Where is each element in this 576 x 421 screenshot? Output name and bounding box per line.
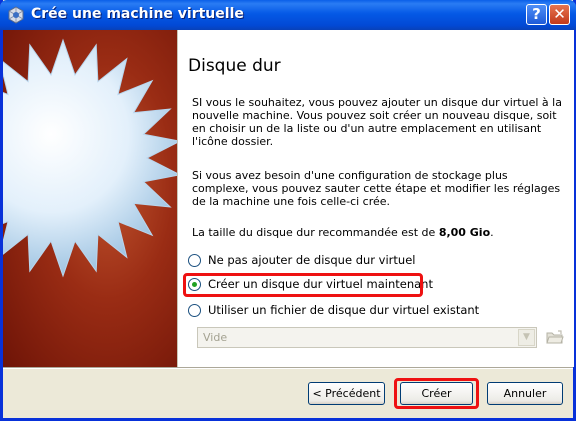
wizard-side-image bbox=[3, 30, 177, 367]
folder-icon[interactable] bbox=[545, 327, 565, 347]
button-separator bbox=[3, 367, 573, 369]
intro-text: SI vous le souhaitez, vous pouvez ajoute… bbox=[192, 96, 562, 148]
help-icon: ? bbox=[532, 5, 541, 23]
wizard-content: Disque dur SI vous le souhaitez, vous po… bbox=[177, 30, 574, 367]
option-existing-disk[interactable]: Utiliser un fichier de disque dur virtue… bbox=[188, 302, 479, 318]
wizard-window: Crée une machine virtuelle ? ✕ Disque du… bbox=[0, 0, 576, 421]
close-button[interactable]: ✕ bbox=[549, 4, 570, 25]
page-title: Disque dur bbox=[188, 56, 281, 76]
highlight-box bbox=[394, 378, 479, 409]
cancel-button[interactable]: Annuler bbox=[487, 382, 563, 405]
radio-button[interactable] bbox=[188, 253, 201, 267]
select-value: Vide bbox=[203, 331, 228, 344]
option-label: Ne pas ajouter de disque dur virtuel bbox=[208, 253, 416, 267]
option-label: Utiliser un fichier de disque dur virtue… bbox=[208, 303, 480, 317]
existing-disk-select[interactable]: Vide ▼ bbox=[197, 327, 537, 348]
recommended-size-text: La taille du disque dur recommandée est … bbox=[192, 226, 564, 239]
radio-button[interactable] bbox=[188, 303, 201, 317]
option-no-disk[interactable]: Ne pas ajouter de disque dur virtuel bbox=[188, 252, 415, 268]
size-text-prefix: La taille du disque dur recommandée est … bbox=[192, 226, 439, 239]
advanced-storage-text: Si vous avez besoin d'une configuration … bbox=[192, 169, 561, 208]
window-title: Crée une machine virtuelle bbox=[31, 6, 244, 22]
close-icon: ✕ bbox=[553, 5, 566, 23]
previous-button[interactable]: < Précédent bbox=[308, 382, 385, 405]
title-bar[interactable]: Crée une machine virtuelle ? ✕ bbox=[0, 0, 576, 30]
highlight-box bbox=[183, 273, 423, 297]
size-text-suffix: . bbox=[490, 226, 494, 239]
help-button[interactable]: ? bbox=[526, 4, 547, 25]
virtualbox-icon bbox=[8, 6, 24, 24]
starburst-graphic bbox=[3, 38, 177, 278]
recommended-size-value: 8,00 Gio bbox=[438, 226, 491, 239]
chevron-down-icon: ▼ bbox=[518, 329, 535, 346]
